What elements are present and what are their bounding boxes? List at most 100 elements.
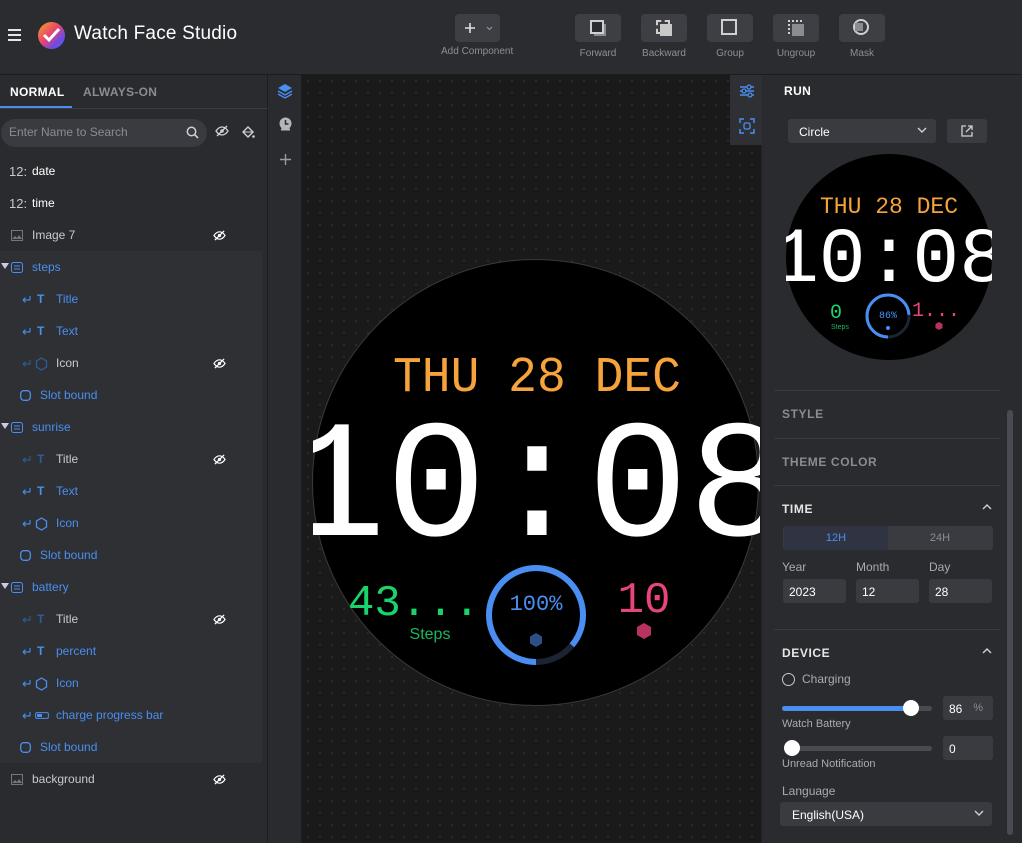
image-icon [11,774,23,785]
charging-label: Charging [802,672,851,686]
layer-row-steps-text[interactable]: ↵ T Text [0,315,262,347]
open-external-button[interactable] [947,119,987,143]
run-preview-watch: THU 28 DEC 10:08 0 Steps 86% 1... [786,154,992,360]
layer-row-sunrise-slot-bound[interactable]: Slot bound [0,539,262,571]
watch-battery-label: Watch Battery [782,718,851,730]
preview-time: 10:08 [786,217,992,305]
forward-label: Forward [579,48,617,59]
layer-group-steps[interactable]: steps [0,251,262,283]
history-clock-icon[interactable] [278,116,293,131]
layer-label: Slot bound [40,740,98,754]
preview-battery-percent: 86% [879,311,897,322]
add-component-button[interactable]: Add Component [441,14,513,57]
mask-button[interactable]: Mask [839,14,885,59]
properties-toggle-strip [730,75,762,145]
group-button[interactable]: Group [707,14,753,59]
run-panel: RUN Circle THU 28 DEC 10:08 0 Steps 86% … [762,75,1022,843]
layer-row-background[interactable]: background [0,763,262,795]
section-time-title[interactable]: TIME [782,502,813,516]
text-icon: T [37,324,45,338]
layer-label: Icon [56,356,79,370]
chevron-down-icon [917,127,927,133]
watch-steps-value: 43... [348,579,480,629]
add-component-label: Add Component [441,46,514,57]
layer-label: Text [56,324,79,338]
shape-select-value: Circle [799,125,830,139]
layer-row-steps-icon[interactable]: ↵ Icon [0,347,262,379]
paint-bucket-icon[interactable] [241,125,255,139]
hamburger-menu-icon[interactable] [8,29,21,41]
hexagon-icon [35,517,48,531]
section-theme-color-title: THEME COLOR [782,455,878,469]
layer-row-battery-progress[interactable]: ↵ charge progress bar [0,699,262,731]
charging-radio[interactable] [782,673,795,686]
layer-label: steps [32,260,61,274]
theme-color-section[interactable]: THEME COLOR [774,438,1000,485]
layer-row-battery-percent[interactable]: ↵ T percent [0,635,262,667]
hidden-eye-icon[interactable] [213,358,226,369]
day-field[interactable]: 28 [929,579,992,603]
hidden-eye-icon[interactable] [213,774,226,785]
layer-row-sunrise-title[interactable]: ↵ T Title [0,443,262,475]
format-24h-button[interactable]: 24H [888,526,992,550]
hide-all-icon[interactable] [215,125,229,137]
digital-clock-icon: 12: [9,196,28,211]
backward-button[interactable]: Backward [641,14,687,59]
unread-notification-field[interactable]: 0 [943,736,993,760]
section-device-title[interactable]: DEVICE [782,646,830,660]
chevron-up-icon[interactable] [982,504,992,510]
time-section: TIME [774,485,1000,629]
layer-row-sunrise-icon[interactable]: ↵ Icon [0,507,262,539]
layers-icon[interactable] [277,83,293,99]
tab-always-on[interactable]: ALWAYS-ON [83,85,157,99]
forward-button[interactable]: Forward [575,14,621,59]
watch-battery-fill [782,706,911,711]
app-title: Watch Face Studio [74,23,238,44]
layer-row-battery-icon[interactable]: ↵ Icon [0,667,262,699]
format-12h-button[interactable]: 12H [784,526,888,550]
hidden-eye-icon[interactable] [213,614,226,625]
layer-group-sunrise[interactable]: sunrise [0,411,262,443]
language-select[interactable]: English(USA) [780,802,992,826]
canvas[interactable]: THU 28 DEC 10:08 43... Steps 100% 10 [302,75,761,843]
layer-row-time[interactable]: 12: time [0,187,262,219]
right-panel-scrollbar[interactable] [1007,410,1013,835]
layer-row-image-7[interactable]: Image 7 [0,219,262,251]
plus-icon [464,23,475,33]
style-section[interactable]: STYLE [774,390,1000,438]
layer-group-battery[interactable]: battery [0,571,262,603]
layer-row-battery-title[interactable]: ↵ T Title [0,603,262,635]
focus-frame-icon[interactable] [739,118,755,134]
tab-normal[interactable]: NORMAL [10,85,64,99]
expand-caret-icon[interactable] [1,583,9,589]
layer-label: Icon [56,516,79,530]
unread-notification-slider[interactable] [784,740,932,756]
watch-battery-slider[interactable] [782,700,932,716]
search-icon[interactable] [186,126,199,139]
expand-caret-icon[interactable] [1,263,9,269]
layer-row-steps-title[interactable]: ↵ T Title [0,283,262,315]
sliders-icon[interactable] [739,84,755,98]
expand-caret-icon[interactable] [1,423,9,429]
layer-label: time [32,196,55,210]
layer-row-steps-slot-bound[interactable]: Slot bound [0,379,262,411]
hexagon-icon [35,677,48,691]
chevron-up-icon[interactable] [982,648,992,654]
watch-battery-knob[interactable] [903,700,919,716]
layer-row-date[interactable]: 12: date [0,155,262,187]
year-field[interactable]: 2023 [783,579,846,603]
ungroup-button[interactable]: Ungroup [773,14,819,59]
add-icon[interactable] [279,153,292,166]
unread-notification-knob[interactable] [784,740,800,756]
shape-select[interactable]: Circle [788,119,936,143]
layer-row-battery-slot-bound[interactable]: Slot bound [0,731,262,763]
search-input[interactable] [9,125,179,139]
layer-label: Title [56,612,79,626]
layer-row-sunrise-text[interactable]: ↵ T Text [0,475,262,507]
hidden-eye-icon[interactable] [213,454,226,465]
watch-battery-field[interactable]: 86 % [943,696,993,720]
month-field[interactable]: 12 [856,579,919,603]
tool-strip [268,75,302,843]
active-tab-indicator [0,106,72,108]
hidden-eye-icon[interactable] [213,230,226,241]
